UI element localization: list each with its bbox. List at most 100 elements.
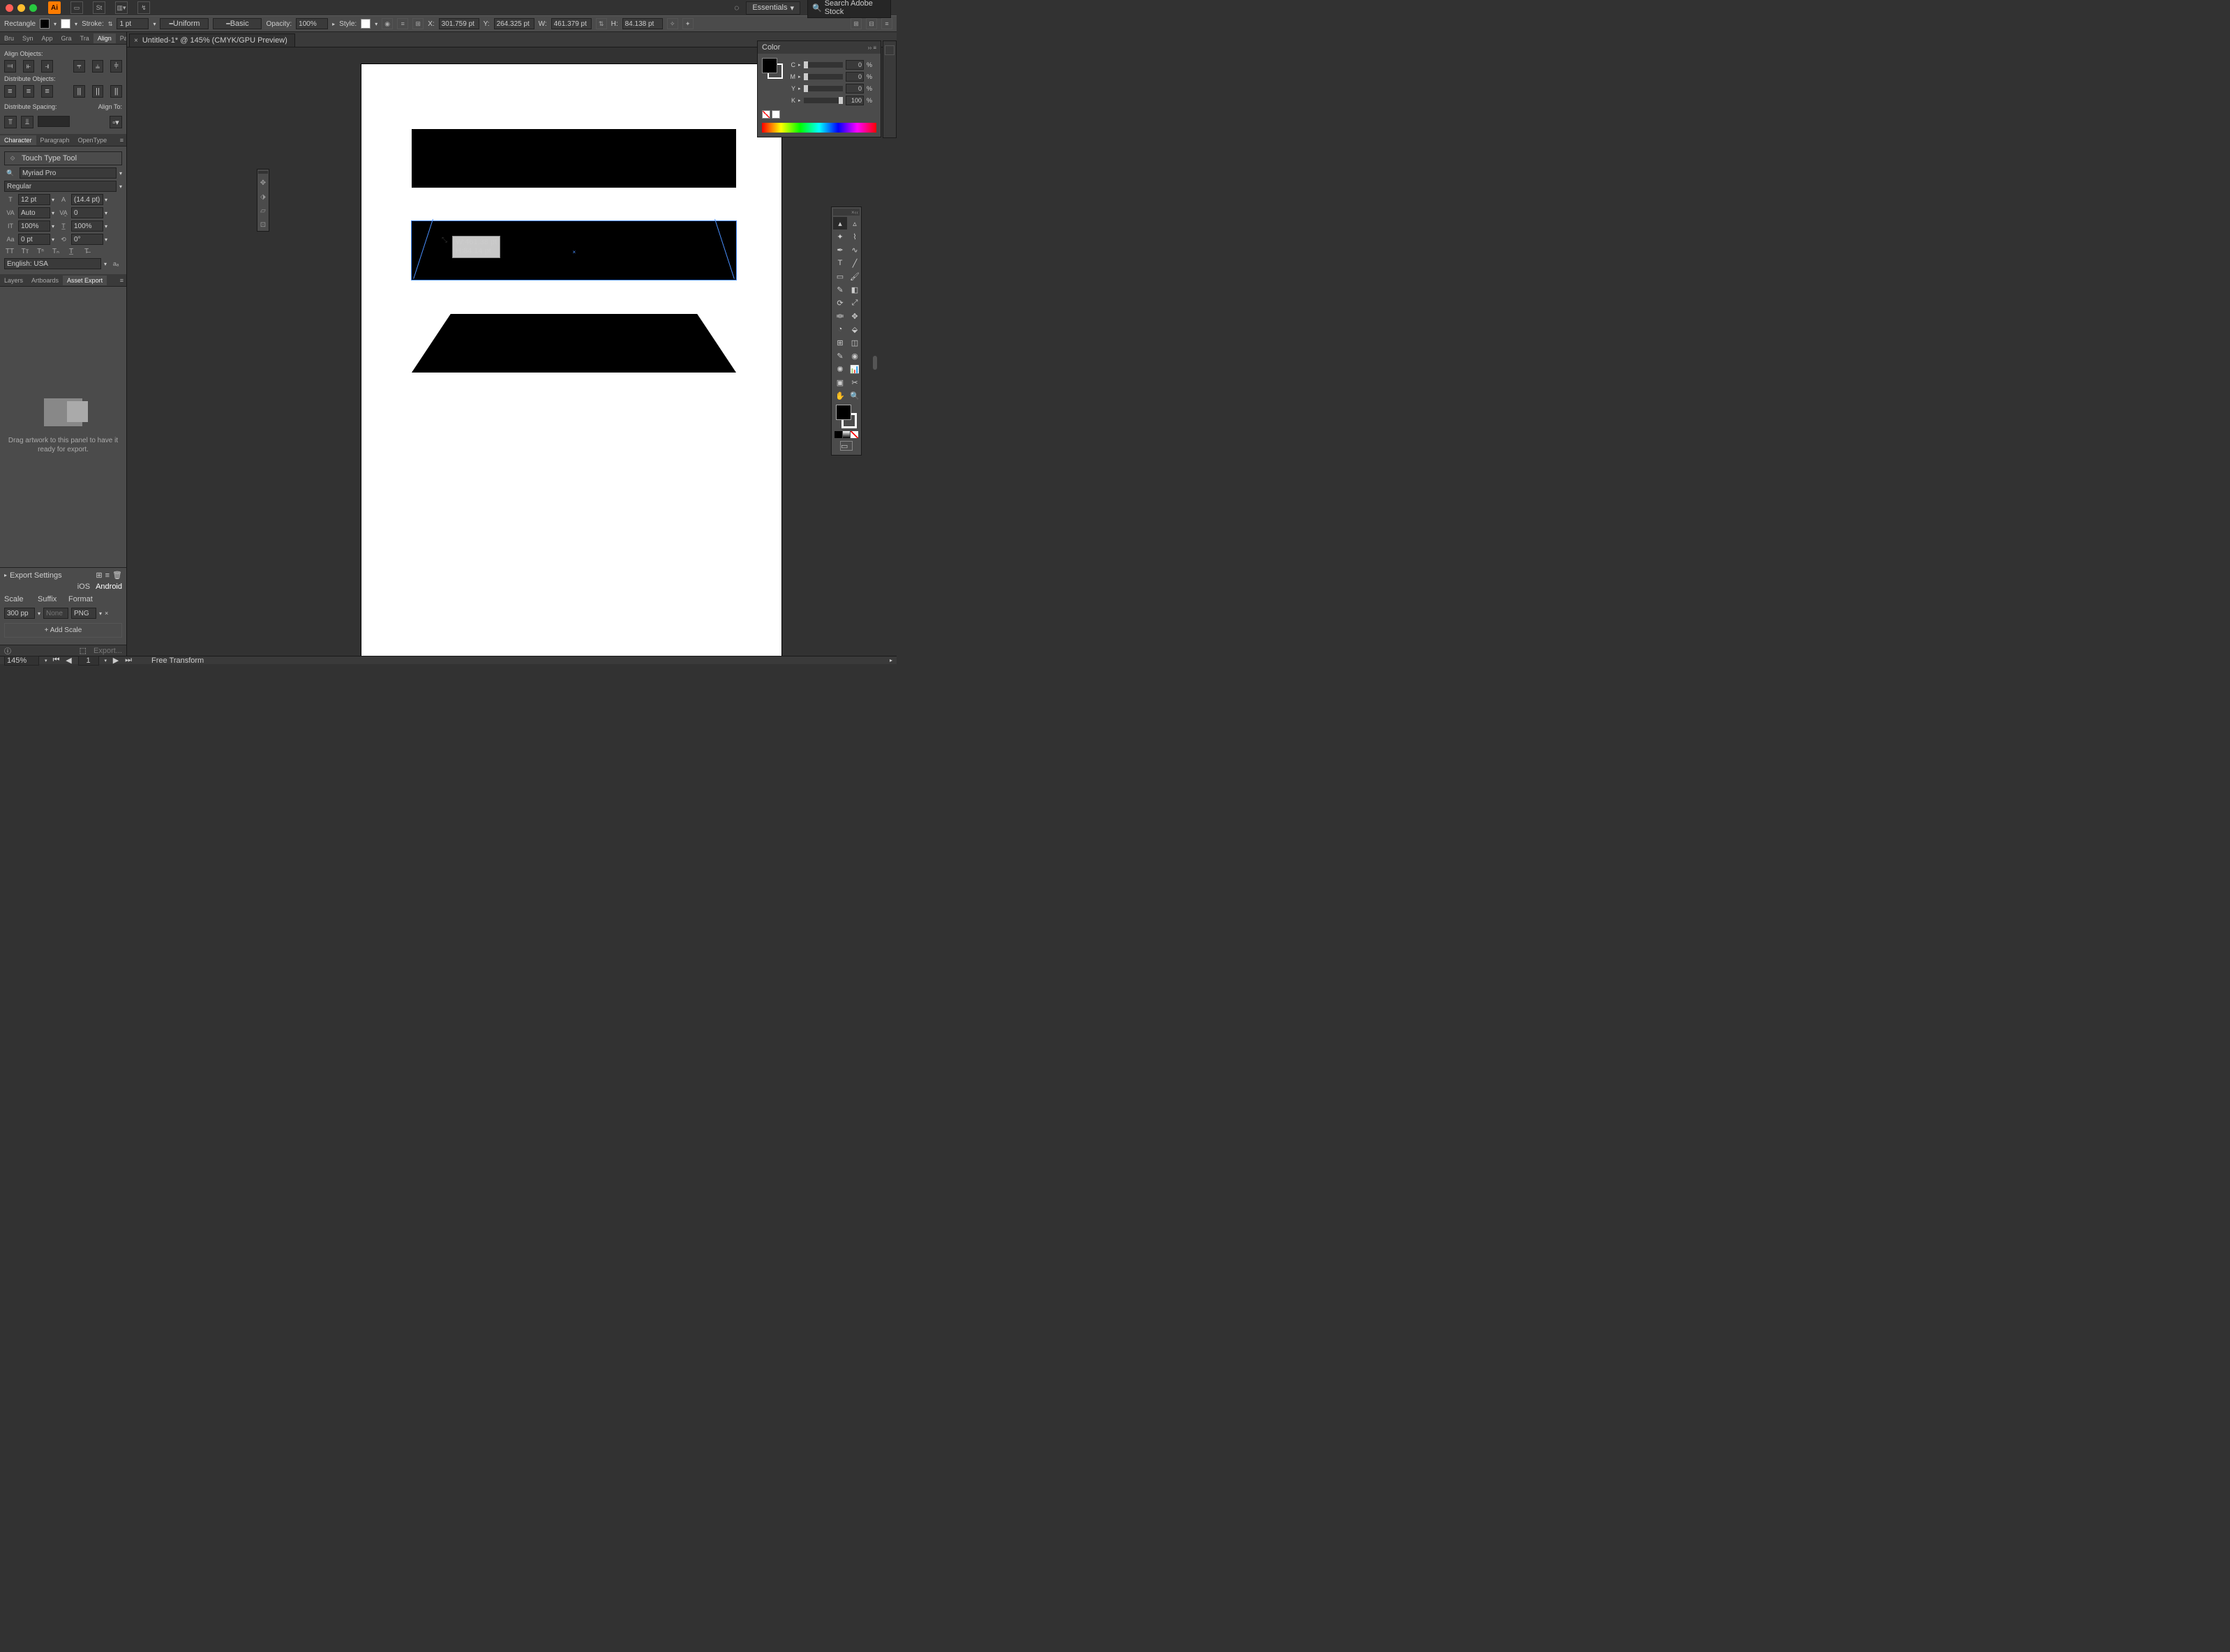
black-input[interactable]	[846, 96, 864, 105]
constrain-icon[interactable]: ⊡	[258, 220, 268, 230]
rotate-tool[interactable]: ⟳	[833, 296, 847, 309]
grid-view-icon[interactable]: ⊞	[96, 571, 102, 580]
scrollbar-thumb[interactable]	[873, 356, 877, 370]
color-panel-title[interactable]: Color	[762, 43, 780, 52]
free-distort-icon[interactable]: ▱	[258, 206, 268, 216]
slice-tool[interactable]: ✂	[848, 376, 862, 389]
search-stock-input[interactable]: 🔍 Search Adobe Stock	[807, 0, 891, 18]
first-artboard-button[interactable]: ⏮	[53, 656, 60, 665]
eraser-tool[interactable]: ◧	[848, 283, 862, 296]
free-transform-widget[interactable]: ✥ ⬗ ▱ ⊡	[257, 169, 269, 232]
none-mode-button[interactable]	[851, 431, 858, 438]
export-button[interactable]: Export...	[93, 647, 122, 655]
smallcaps-button[interactable]: Tᴛ	[20, 248, 31, 255]
stepper-icon[interactable]: ⇅	[108, 21, 113, 27]
superscript-button[interactable]: Tⁿ	[35, 248, 46, 255]
shape-builder-tool[interactable]: ◔	[833, 323, 847, 336]
chevron-down-icon[interactable]: ▾	[119, 170, 122, 177]
direct-selection-tool[interactable]: ▵	[848, 217, 862, 230]
chevron-down-icon[interactable]: ▾	[153, 21, 156, 27]
panel-menu-icon[interactable]: ≡	[117, 137, 126, 144]
allcaps-button[interactable]: TT	[4, 248, 15, 255]
fill-swatch-big[interactable]	[836, 405, 851, 420]
export-format-input[interactable]	[71, 608, 96, 619]
info-icon[interactable]: ⓘ	[4, 645, 11, 656]
chevron-down-icon[interactable]: ▾	[52, 197, 54, 203]
chevron-down-icon[interactable]: ▾	[99, 610, 102, 617]
workspace-switcher[interactable]: Essentials ▾	[746, 1, 800, 15]
kerning-input[interactable]	[18, 207, 50, 218]
rectangle-shape-1[interactable]	[412, 129, 736, 188]
list-view-icon[interactable]: ≡	[105, 571, 110, 580]
canvas[interactable]: × ⤡ W:461.38 pt H:84.14 pt	[127, 47, 897, 656]
curvature-tool[interactable]: ∿	[848, 243, 862, 256]
line-tool[interactable]: ╱	[848, 257, 862, 269]
align-bottom-button[interactable]: ⫩	[110, 60, 122, 73]
chevron-down-icon[interactable]: ▾	[119, 183, 122, 190]
bridge-icon[interactable]: St	[93, 1, 105, 14]
chevron-down-icon[interactable]: ▾	[105, 210, 107, 216]
white-color-swatch[interactable]	[772, 110, 780, 119]
chevron-right-icon[interactable]: ▸	[332, 21, 335, 27]
magenta-input[interactable]	[846, 72, 864, 82]
edit-contents-icon[interactable]: ✦	[682, 18, 694, 29]
align-to-dropdown[interactable]: ▫▾	[110, 116, 122, 128]
gradient-mode-button[interactable]	[843, 431, 851, 438]
align-vcenter-button[interactable]: ⫨	[92, 60, 104, 73]
stroke-weight-input[interactable]	[117, 18, 149, 29]
chevron-down-icon[interactable]: ▾	[104, 261, 107, 267]
magic-wand-tool[interactable]: ✦	[833, 230, 847, 243]
opacity-input[interactable]	[296, 18, 328, 29]
scale-tool[interactable]: ⤢	[848, 296, 862, 309]
preferences-icon[interactable]: ≡	[881, 18, 892, 29]
chevron-down-icon[interactable]: ▾	[52, 236, 54, 243]
yellow-input[interactable]	[846, 84, 864, 93]
screen-mode-button[interactable]: ▭	[840, 441, 853, 451]
maximize-window-button[interactable]	[29, 4, 37, 12]
panel-menu-icon[interactable]: ≡	[117, 277, 126, 284]
next-artboard-button[interactable]: ▶	[112, 656, 119, 665]
chevron-down-icon[interactable]: ▾	[105, 223, 107, 230]
fill-color-swatch[interactable]	[762, 58, 777, 73]
vscale-input[interactable]	[18, 220, 50, 232]
tracking-input[interactable]	[71, 207, 103, 218]
h-input[interactable]	[622, 18, 663, 29]
x-input[interactable]	[439, 18, 479, 29]
delete-icon[interactable]: 🗑	[112, 571, 122, 580]
align-right-button[interactable]: ⫣	[41, 60, 53, 73]
fill-stroke-control[interactable]	[835, 405, 858, 428]
distribute-bottom-button[interactable]: ≡	[41, 85, 53, 98]
chevron-down-icon[interactable]: ▾	[38, 610, 40, 617]
w-input[interactable]	[551, 18, 592, 29]
blend-tool[interactable]: ◉	[848, 350, 862, 362]
zoom-level-input[interactable]: 145%	[4, 656, 39, 666]
hand-tool[interactable]: ✋	[833, 389, 847, 402]
brush-definition-dropdown[interactable]: ━ Basic	[213, 18, 262, 29]
arrange-docs-icon[interactable]: ▥▾	[115, 1, 128, 14]
magenta-slider[interactable]	[804, 74, 843, 80]
minimize-window-button[interactable]	[17, 4, 25, 12]
last-artboard-button[interactable]: ⏭	[125, 656, 132, 665]
artboard-number-input[interactable]: 1	[78, 656, 99, 666]
add-scale-button[interactable]: + Add Scale	[4, 623, 122, 638]
tab-opentype[interactable]: OpenType	[74, 135, 112, 145]
rectangle-tool[interactable]: ▭	[833, 270, 847, 283]
link-wh-icon[interactable]: ⇅	[596, 18, 607, 29]
hscale-input[interactable]	[71, 220, 103, 232]
grid-icon[interactable]: ⊞	[851, 18, 862, 29]
align-icon[interactable]: ≡	[397, 18, 408, 29]
zoom-tool[interactable]: 🔍	[848, 389, 862, 402]
mesh-tool[interactable]: ⊞	[833, 336, 847, 349]
column-graph-tool[interactable]: 📊	[848, 363, 862, 375]
chevron-down-icon[interactable]: ▾	[75, 21, 77, 27]
tab-character[interactable]: Character	[0, 135, 36, 145]
chevron-down-icon[interactable]: ▾	[52, 223, 54, 230]
cyan-slider[interactable]	[804, 62, 843, 68]
tab-paragraph[interactable]: Paragraph	[36, 135, 74, 145]
font-size-input[interactable]	[18, 194, 50, 205]
leading-input[interactable]	[71, 194, 103, 205]
font-style-input[interactable]	[4, 181, 117, 192]
underline-button[interactable]: T̲	[66, 248, 77, 255]
gradient-tool[interactable]: ◫	[848, 336, 862, 349]
distribute-hcenter-button[interactable]: ||	[92, 85, 104, 98]
